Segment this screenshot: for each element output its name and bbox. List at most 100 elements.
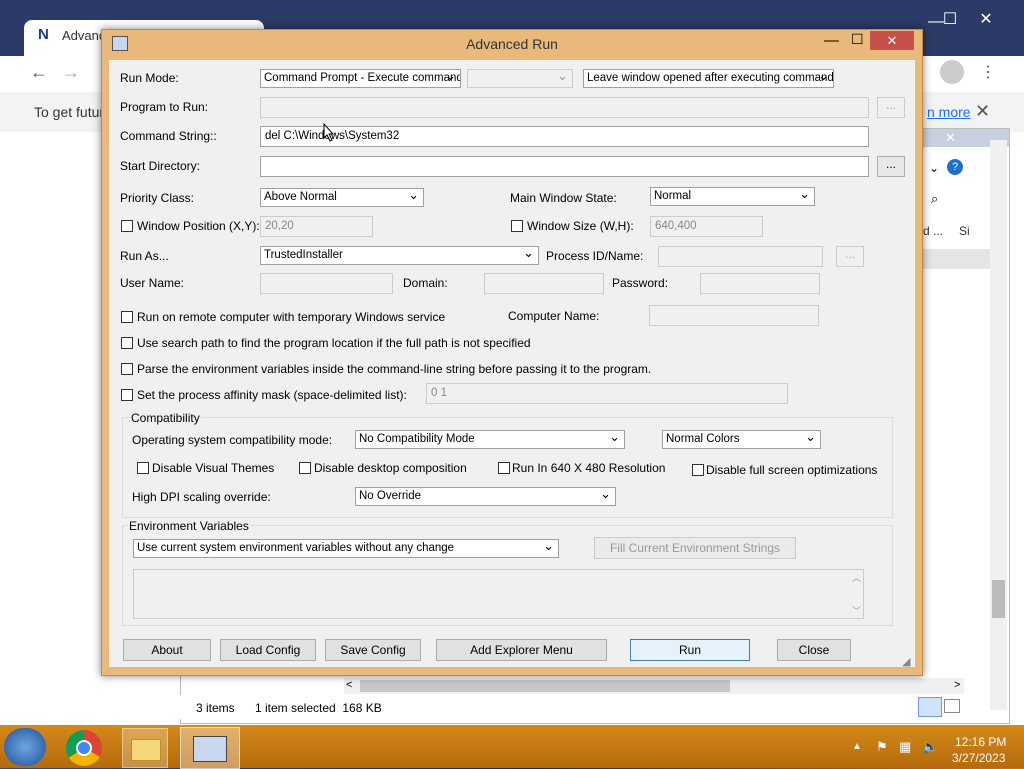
scroll-right-icon[interactable]: >: [954, 679, 960, 691]
more-menu-icon[interactable]: ⋮: [980, 62, 996, 82]
browser-close-icon[interactable]: ✕: [968, 6, 1004, 34]
details-view-icon[interactable]: [918, 697, 942, 717]
load-config-button[interactable]: Load Config: [220, 639, 316, 661]
browser-maximize-icon[interactable]: ☐: [932, 6, 968, 34]
disable-themes-checkbox[interactable]: [137, 462, 149, 474]
chrome-taskbar-icon[interactable]: [66, 730, 102, 766]
search-icon[interactable]: ⌕: [931, 191, 938, 207]
close-button[interactable]: Close: [777, 639, 851, 661]
back-icon[interactable]: ←: [30, 62, 48, 83]
selected-row[interactable]: [921, 249, 997, 269]
large-icons-view-icon[interactable]: [944, 699, 960, 713]
computer-name-label: Computer Name:: [508, 309, 600, 323]
run-mode-select[interactable]: Command Prompt - Execute command: [260, 69, 461, 88]
explorer-statusbar: 3 items 1 item selected 168 KB: [180, 695, 960, 719]
learn-more-link[interactable]: n more: [927, 104, 971, 120]
profile-icon[interactable]: [940, 60, 964, 84]
column-header-partial: d ...: [923, 224, 944, 238]
remote-checkbox[interactable]: [121, 311, 133, 323]
vertical-scrollbar-thumb[interactable]: [992, 580, 1005, 618]
affinity-label: Set the process affinity mask (space-del…: [137, 388, 407, 402]
run-640-label: Run In 640 X 480 Resolution: [512, 461, 666, 475]
remote-label: Run on remote computer with temporary Wi…: [137, 310, 446, 324]
search-path-label: Use search path to find the program loca…: [137, 336, 531, 350]
run-mode-label: Run Mode:: [120, 71, 179, 85]
parse-env-checkbox[interactable]: [121, 363, 133, 375]
disable-desktop-checkbox[interactable]: [299, 462, 311, 474]
dialog-close-icon[interactable]: ✕: [870, 31, 914, 50]
fill-environment-button: Fill Current Environment Strings: [594, 537, 796, 559]
window-size-checkbox[interactable]: [511, 220, 523, 232]
colors-select[interactable]: Normal Colors: [662, 430, 821, 449]
process-id-label: Process ID/Name:: [546, 249, 644, 263]
status-item-count: 3 items: [196, 701, 235, 715]
search-path-checkbox[interactable]: [121, 337, 133, 349]
domain-label: Domain:: [403, 276, 448, 290]
vertical-scrollbar[interactable]: [990, 140, 1007, 710]
scroll-left-icon[interactable]: <: [346, 679, 352, 691]
compatibility-group-label: Compatibility: [130, 411, 201, 425]
dialog-body: Run Mode: Command Prompt - Execute comma…: [109, 60, 915, 668]
run-640-checkbox[interactable]: [498, 462, 510, 474]
explorer-taskbar-icon[interactable]: [122, 728, 168, 768]
explorer-close-icon[interactable]: ✕: [945, 130, 956, 146]
about-button[interactable]: About: [123, 639, 211, 661]
network-icon[interactable]: ▦: [899, 739, 911, 755]
forward-icon[interactable]: →: [62, 62, 80, 83]
process-id-field: [658, 246, 823, 267]
environment-select[interactable]: Use current system environment variables…: [133, 539, 559, 558]
user-name-field: [260, 273, 393, 294]
program-browse-button: ...: [877, 97, 905, 118]
os-compat-select[interactable]: No Compatibility Mode: [355, 430, 625, 449]
process-browse-button: ...: [836, 246, 864, 267]
affinity-checkbox[interactable]: [121, 389, 133, 401]
main-window-state-select[interactable]: Normal: [650, 187, 815, 206]
chrome-center-icon: [76, 740, 92, 756]
action-center-icon[interactable]: ⚑: [876, 739, 888, 755]
help-icon[interactable]: ?: [947, 159, 963, 175]
dialog-maximize-icon[interactable]: ☐: [851, 31, 864, 48]
disable-desktop-label: Disable desktop composition: [314, 461, 467, 475]
affinity-field: 0 1: [426, 383, 788, 404]
clock-date[interactable]: 3/27/2023: [952, 751, 1005, 765]
window-option-select[interactable]: Leave window opened after executing comm…: [583, 69, 834, 88]
dpi-select[interactable]: No Override: [355, 487, 616, 506]
run-button[interactable]: Run: [630, 639, 750, 661]
resize-grip-icon[interactable]: ◢: [902, 655, 910, 668]
add-explorer-menu-button[interactable]: Add Explorer Menu: [436, 639, 607, 661]
infobar-close-icon[interactable]: ✕: [975, 101, 990, 122]
advanced-run-taskbar-icon[interactable]: [180, 727, 240, 769]
start-button[interactable]: [4, 728, 46, 766]
run-as-select[interactable]: TrustedInstaller: [260, 246, 539, 265]
tray-expand-icon[interactable]: ▲: [852, 741, 862, 752]
infobar-text: To get futur: [34, 104, 105, 120]
clock-time[interactable]: 12:16 PM: [955, 735, 1006, 749]
window-position-checkbox[interactable]: [121, 220, 133, 232]
start-directory-label: Start Directory:: [120, 159, 201, 173]
command-string-field[interactable]: del C:\Windows\System32: [260, 126, 869, 147]
window-size-label: Window Size (W,H):: [527, 219, 634, 233]
program-to-run-field: [260, 97, 869, 118]
volume-icon[interactable]: 🔈: [922, 739, 938, 755]
command-string-label: Command String::: [120, 129, 217, 143]
environment-textarea: ︿ ﹀: [133, 569, 864, 619]
save-config-button[interactable]: Save Config: [325, 639, 421, 661]
dialog-title: Advanced Run: [466, 36, 558, 52]
horizontal-scrollbar-thumb[interactable]: [360, 680, 730, 692]
password-field: [700, 273, 820, 294]
priority-class-select[interactable]: Above Normal: [260, 188, 424, 207]
program-to-run-label: Program to Run:: [120, 100, 209, 114]
disable-fullscreen-checkbox[interactable]: [692, 464, 704, 476]
user-name-label: User Name:: [120, 276, 185, 290]
secondary-select: [467, 69, 573, 88]
browser-tab-title: Advanc: [62, 28, 106, 43]
start-directory-browse-button[interactable]: ...: [877, 156, 905, 177]
advanced-run-dialog: Advanced Run — ☐ ✕ Run Mode: Command Pro…: [101, 29, 923, 676]
os-compat-label: Operating system compatibility mode:: [132, 433, 333, 447]
parse-env-label: Parse the environment variables inside t…: [137, 362, 652, 376]
dialog-minimize-icon[interactable]: —: [824, 32, 839, 49]
start-directory-field[interactable]: [260, 156, 869, 177]
environment-group-label: Environment Variables: [128, 519, 250, 533]
app-window-icon: [193, 736, 227, 762]
chevron-down-icon[interactable]: ⌄: [929, 161, 939, 175]
